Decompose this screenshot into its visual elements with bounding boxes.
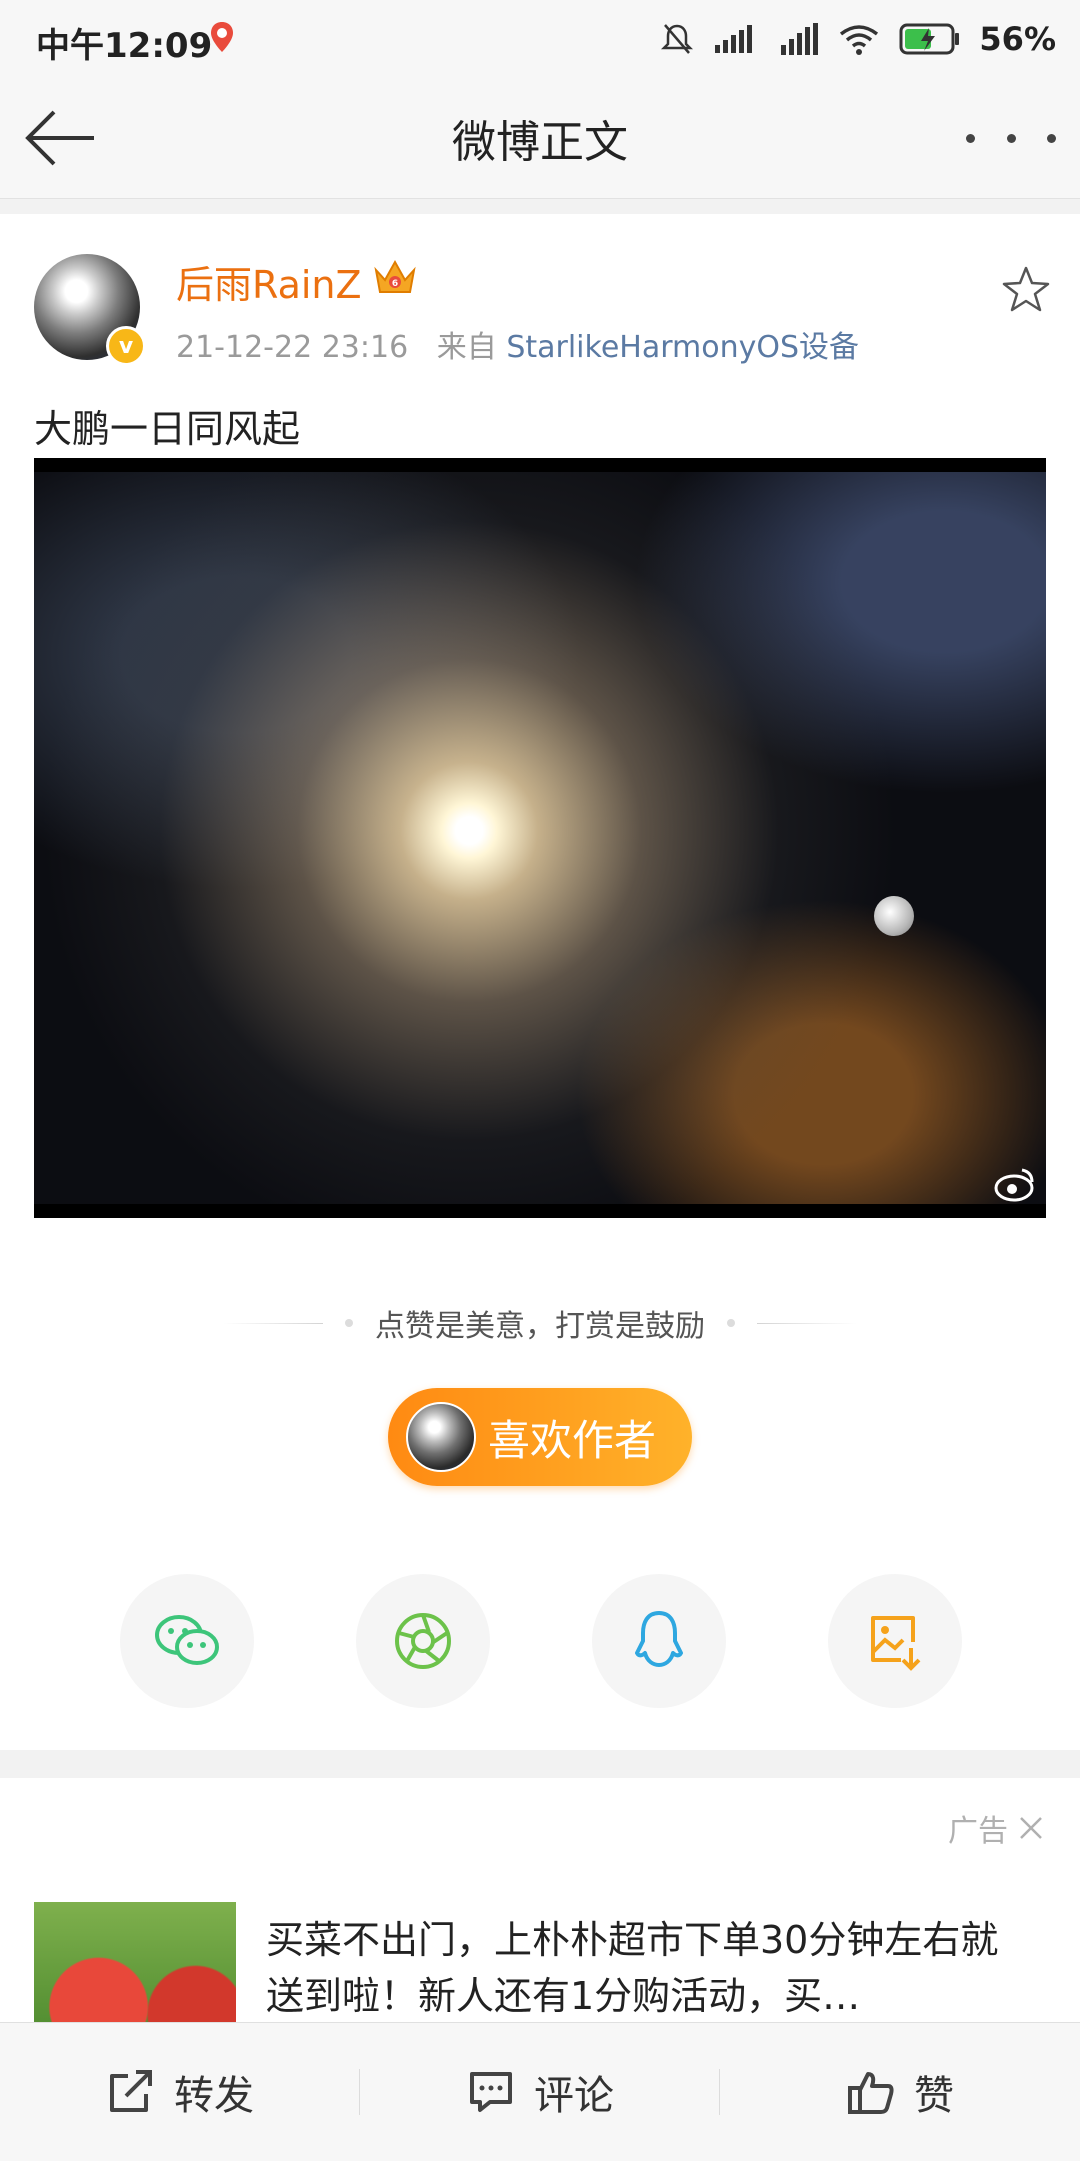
mute-bell-icon <box>661 24 694 54</box>
like-label: 赞 <box>914 2073 954 2119</box>
signal-icon <box>715 25 753 53</box>
reward-prompt-text: 点赞是美意，打赏是鼓励 <box>375 1309 705 1344</box>
wifi-icon <box>840 25 879 55</box>
like-button[interactable]: 赞 <box>720 2023 1080 2161</box>
ad-image[interactable] <box>34 1902 236 2042</box>
battery-percent: 56% <box>979 20 1056 58</box>
more-dot-icon <box>1006 133 1016 143</box>
like-author-label: 喜欢作者 <box>488 1415 657 1465</box>
app-bar: 微博正文 <box>0 78 1080 199</box>
divider-line <box>757 1322 857 1324</box>
weibo-watermark-icon <box>994 1168 1034 1202</box>
vip-crown-icon[interactable]: 6 <box>372 256 418 298</box>
like-author-button[interactable]: 喜欢作者 <box>388 1388 692 1486</box>
divider-dot <box>345 1319 353 1327</box>
close-icon[interactable] <box>1016 1813 1046 1843</box>
qq-icon <box>635 1611 683 1667</box>
comment-button[interactable]: 评论 <box>360 2023 720 2161</box>
divider-line <box>223 1322 323 1324</box>
post-video[interactable] <box>34 458 1046 1218</box>
battery-charging-icon <box>899 23 960 55</box>
share-wechat-button[interactable] <box>120 1574 254 1708</box>
moments-icon <box>395 1613 451 1669</box>
favorite-star-icon[interactable] <box>1000 264 1052 316</box>
author-mini-avatar <box>406 1402 476 1472</box>
post-card: v 后雨RainZ 6 21-12-22 23:16 来自 StarlikeHa… <box>0 214 1080 1750</box>
status-icons: 56% <box>659 14 1056 64</box>
svg-text:6: 6 <box>392 279 398 289</box>
share-row <box>0 1574 1080 1708</box>
post-meta: 21-12-22 23:16 来自 StarlikeHarmonyOS设备 <box>176 322 859 366</box>
repost-label: 转发 <box>174 2073 254 2119</box>
save-image-button[interactable] <box>828 1574 962 1708</box>
post-timestamp: 21-12-22 23:16 <box>176 330 409 365</box>
repost-button[interactable]: 转发 <box>0 2023 360 2161</box>
ad-text[interactable]: 买菜不出门，上朴朴超市下单30分钟左右就送到啦！新人还有1分购活动，买… <box>266 1912 1026 2024</box>
more-options-button[interactable] <box>966 108 1056 168</box>
share-qq-button[interactable] <box>592 1574 726 1708</box>
ad-label-text: 广告 <box>948 1814 1008 1849</box>
planet-highlight <box>874 896 914 936</box>
source-prefix: 来自 <box>436 330 497 365</box>
location-pin-icon <box>211 22 233 52</box>
more-dot-icon <box>966 133 975 143</box>
save-image-icon <box>871 1616 921 1671</box>
post-text: 大鹏一日同风起 <box>34 407 301 451</box>
more-dot-icon <box>1047 133 1056 143</box>
bottom-action-bar: 转发 评论 赞 <box>0 2022 1080 2161</box>
status-time: 中午12:09 <box>36 26 213 66</box>
ad-label: 广告 <box>948 1806 1046 1850</box>
comment-label: 评论 <box>534 2073 614 2119</box>
repost-icon <box>110 2070 152 2112</box>
galaxy-image <box>34 472 1046 1204</box>
comment-icon <box>470 2072 512 2112</box>
thumbs-up-icon <box>848 2072 894 2114</box>
author-name[interactable]: 后雨RainZ <box>176 254 362 309</box>
share-moments-button[interactable] <box>356 1574 490 1708</box>
status-bar: 中午12:09 56% <box>0 0 1080 78</box>
hd-signal-icon <box>781 23 819 55</box>
verified-badge-icon: v <box>106 326 146 366</box>
page-title: 微博正文 <box>452 117 628 168</box>
ad-card[interactable]: 广告 买菜不出门，上朴朴超市下单30分钟左右就送到啦！新人还有1分购活动，买… <box>0 1778 1080 2042</box>
wechat-icon <box>155 1615 219 1665</box>
post-source-link[interactable]: StarlikeHarmonyOS设备 <box>506 330 859 365</box>
divider-dot <box>727 1319 735 1327</box>
reward-prompt-row: 点赞是美意，打赏是鼓励 <box>0 1298 1080 1348</box>
